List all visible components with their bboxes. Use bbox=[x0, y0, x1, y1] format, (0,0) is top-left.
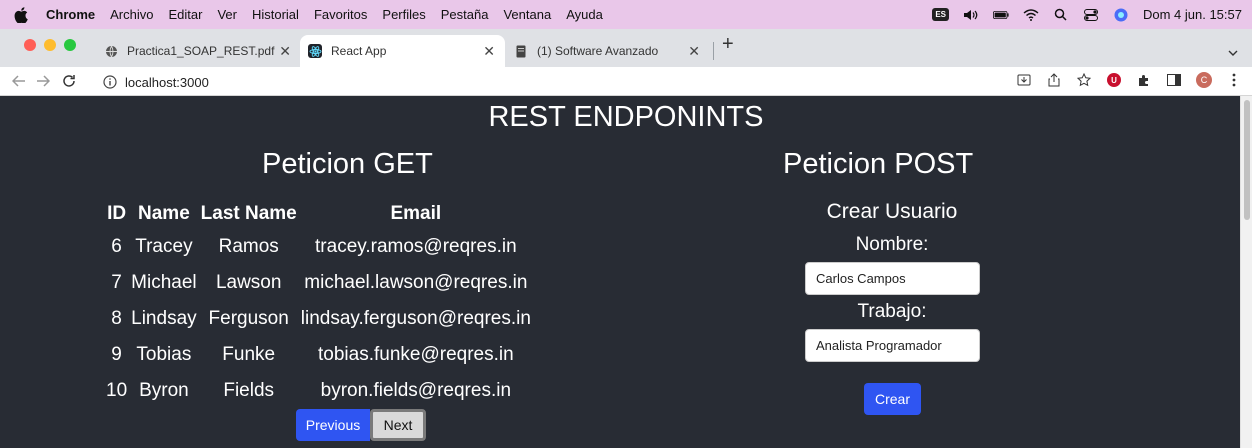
reload-icon[interactable] bbox=[60, 72, 78, 90]
tab-react-app[interactable]: React App ✕ bbox=[300, 35, 505, 67]
input-source-badge[interactable]: ES bbox=[932, 8, 949, 21]
menu-ver[interactable]: Ver bbox=[217, 7, 237, 22]
url-text[interactable]: localhost:3000 bbox=[125, 75, 209, 90]
window-controls bbox=[24, 39, 76, 51]
volume-icon[interactable] bbox=[963, 8, 979, 22]
document-icon bbox=[514, 44, 528, 58]
trabajo-input[interactable] bbox=[805, 329, 980, 362]
cell-email: byron.fields@reqres.in bbox=[320, 380, 512, 401]
page-title: REST ENDPONINTS bbox=[488, 101, 764, 133]
side-panel-icon[interactable] bbox=[1166, 72, 1182, 88]
close-tab-icon[interactable]: ✕ bbox=[688, 43, 700, 60]
extensions-puzzle-icon[interactable] bbox=[1136, 72, 1152, 88]
siri-icon[interactable] bbox=[1113, 8, 1129, 22]
page-scrollbar[interactable] bbox=[1240, 96, 1252, 448]
tab-pdf[interactable]: Practica1_SOAP_REST.pdf ✕ bbox=[96, 35, 301, 67]
new-tab-button[interactable]: + bbox=[722, 33, 734, 56]
cell-id: 7 bbox=[111, 272, 122, 293]
globe-icon bbox=[104, 44, 118, 58]
scrollbar-thumb[interactable] bbox=[1244, 100, 1250, 220]
zoom-window-button[interactable] bbox=[64, 39, 76, 51]
menu-archivo[interactable]: Archivo bbox=[110, 7, 153, 22]
table-row: 9 Tobias Funke tobias.funke@reqres.in bbox=[104, 337, 533, 373]
pagination: Previous Next bbox=[296, 409, 426, 441]
control-center-icon[interactable] bbox=[1083, 8, 1099, 22]
toolbar-actions: U C bbox=[1016, 72, 1242, 88]
next-button[interactable]: Next bbox=[370, 409, 426, 441]
extension-shield-icon[interactable]: U bbox=[1106, 72, 1122, 88]
table-row: 7 Michael Lawson michael.lawson@reqres.i… bbox=[104, 265, 533, 301]
post-section-title: Peticion POST bbox=[783, 148, 974, 180]
trabajo-label: Trabajo: bbox=[857, 301, 927, 322]
kebab-menu-icon[interactable] bbox=[1226, 72, 1242, 88]
bookmark-star-icon[interactable] bbox=[1076, 72, 1092, 88]
share-icon[interactable] bbox=[1046, 72, 1062, 88]
cell-name: Tobias bbox=[136, 344, 192, 365]
wifi-icon[interactable] bbox=[1023, 8, 1039, 22]
menu-ventana[interactable]: Ventana bbox=[503, 7, 551, 22]
cell-name: Michael bbox=[131, 272, 197, 293]
menu-ayuda[interactable]: Ayuda bbox=[566, 7, 603, 22]
close-window-button[interactable] bbox=[24, 39, 36, 51]
close-tab-icon[interactable]: ✕ bbox=[279, 43, 291, 60]
menu-favoritos[interactable]: Favoritos bbox=[314, 7, 367, 22]
install-app-icon[interactable] bbox=[1016, 72, 1032, 88]
cell-last-name: Lawson bbox=[215, 272, 282, 293]
forward-arrow-icon[interactable] bbox=[34, 72, 52, 90]
menu-pestana[interactable]: Pestaña bbox=[441, 7, 489, 22]
tab-software-avanzado[interactable]: (1) Software Avanzado ✕ bbox=[506, 35, 716, 67]
tab-title: (1) Software Avanzado bbox=[537, 44, 659, 58]
tab-title: Practica1_SOAP_REST.pdf bbox=[127, 44, 275, 58]
tab-separator bbox=[713, 42, 714, 60]
cell-id: 10 bbox=[106, 380, 128, 401]
cell-name: Byron bbox=[139, 380, 189, 401]
battery-icon[interactable] bbox=[992, 8, 1009, 22]
tab-strip: Practica1_SOAP_REST.pdf ✕ React App ✕ (1… bbox=[0, 29, 1252, 67]
cell-email: tobias.funke@reqres.in bbox=[318, 344, 514, 365]
cell-last-name: Fields bbox=[223, 380, 275, 401]
close-tab-icon[interactable]: ✕ bbox=[483, 43, 495, 60]
info-icon[interactable] bbox=[103, 75, 117, 89]
table-row: 10 Byron Fields byron.fields@reqres.in bbox=[104, 373, 533, 409]
tab-title: React App bbox=[331, 44, 387, 58]
menu-historial[interactable]: Historial bbox=[252, 7, 299, 22]
cell-last-name: Funke bbox=[222, 344, 276, 365]
browser-toolbar: localhost:3000 U C bbox=[0, 67, 1252, 96]
menu-app-chrome[interactable]: Chrome bbox=[46, 7, 95, 22]
apple-icon[interactable] bbox=[14, 6, 28, 23]
back-arrow-icon[interactable] bbox=[10, 72, 28, 90]
react-icon bbox=[308, 44, 322, 58]
menu-editar[interactable]: Editar bbox=[168, 7, 202, 22]
menu-perfiles[interactable]: Perfiles bbox=[382, 7, 425, 22]
cell-id: 9 bbox=[111, 344, 122, 365]
crear-button[interactable]: Crear bbox=[864, 383, 921, 415]
address-bar[interactable]: localhost:3000 bbox=[103, 71, 1123, 93]
nombre-input[interactable] bbox=[805, 262, 980, 295]
search-icon[interactable] bbox=[1053, 8, 1069, 22]
macos-menu-bar: Chrome Archivo Editar Ver Historial Favo… bbox=[0, 0, 1252, 29]
get-section-title: Peticion GET bbox=[262, 148, 433, 180]
form-title: Crear Usuario bbox=[826, 200, 958, 223]
profile-avatar[interactable]: C bbox=[1196, 72, 1212, 88]
menubar-clock[interactable]: Dom 4 jun. 15:57 bbox=[1143, 7, 1242, 22]
tab-search-chevron-icon[interactable] bbox=[1228, 43, 1238, 61]
previous-button[interactable]: Previous bbox=[296, 409, 370, 441]
cell-email: michael.lawson@reqres.in bbox=[304, 272, 528, 293]
status-icons: ES Dom 4 jun. 15:57 bbox=[932, 0, 1242, 29]
minimize-window-button[interactable] bbox=[44, 39, 56, 51]
page-content: REST ENDPONINTS Peticion GET Peticion PO… bbox=[0, 96, 1240, 448]
nombre-label: Nombre: bbox=[855, 234, 929, 255]
